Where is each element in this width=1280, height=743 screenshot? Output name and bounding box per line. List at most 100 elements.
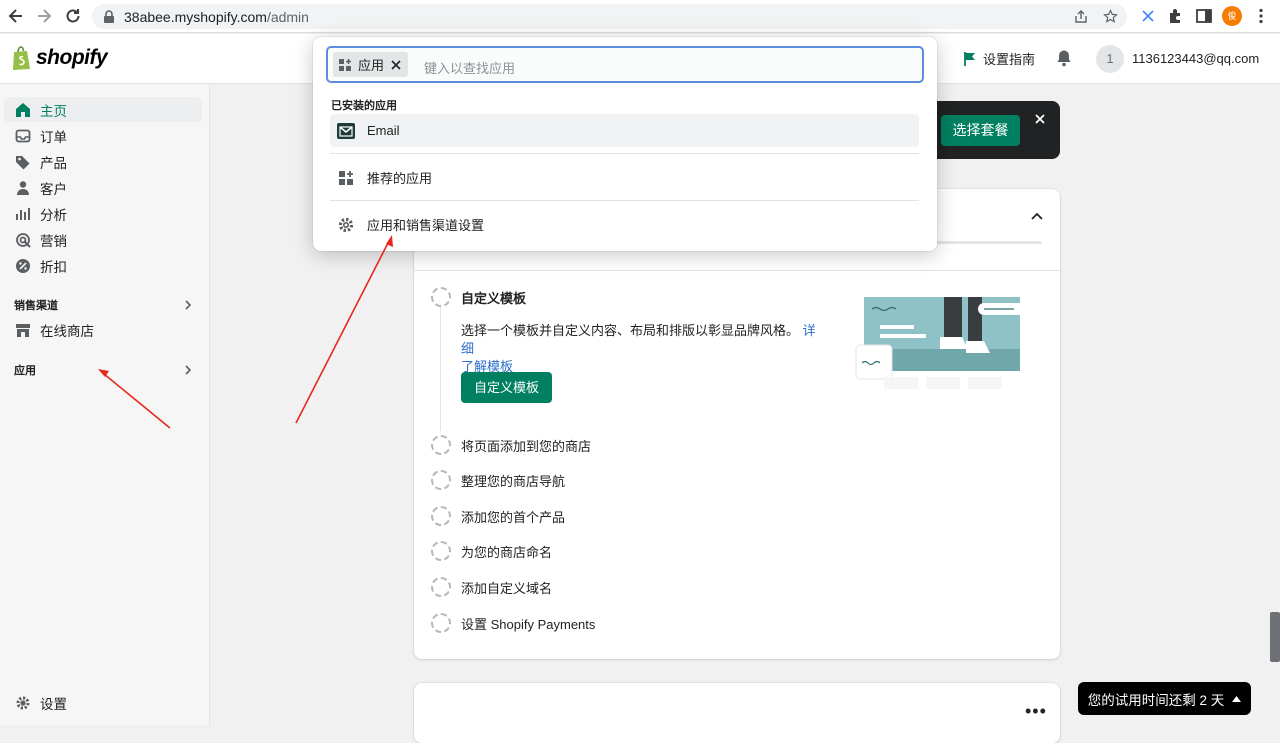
task-label: 添加自定义域名 <box>461 580 553 596</box>
tag-icon <box>16 155 30 169</box>
recommended-apps-link[interactable]: 推荐的应用 <box>330 161 919 194</box>
app-search-input[interactable]: 应用 键入以查找应用 <box>326 46 924 83</box>
store-icon <box>16 323 30 337</box>
setup-guide-card: 自定义模板 选择一个模板并自定义内容、布局和排版以彰显品牌风格。 详细 了解模板… <box>414 189 1060 659</box>
task-connector-line <box>440 306 441 431</box>
sidebar-item-label: 折扣 <box>40 259 67 275</box>
share-icon[interactable] <box>1074 10 1088 24</box>
task-status-circle[interactable] <box>431 506 451 526</box>
search-scope-tag[interactable]: 应用 <box>333 52 409 77</box>
sidebar-item-home[interactable]: 主页 <box>4 97 202 122</box>
close-icon[interactable] <box>1034 113 1046 125</box>
sidebar-item-label: 客户 <box>40 181 67 197</box>
choose-plan-button[interactable]: 选择套餐 <box>941 115 1020 146</box>
sidebar-item-orders[interactable]: 订单 <box>4 123 202 148</box>
task-description: 选择一个模板并自定义内容、布局和排版以彰显品牌风格。 详细 了解模板 <box>461 322 821 376</box>
setup-progress-bar <box>934 241 1042 244</box>
trial-remaining-button[interactable]: 您的试用时间还剩 2 天 <box>1078 682 1251 715</box>
sidebar-item-customers[interactable]: 客户 <box>4 175 202 200</box>
task-status-circle[interactable] <box>431 435 451 455</box>
task-title: 自定义模板 <box>461 290 527 306</box>
task-item[interactable]: 整理您的商店导航 <box>431 470 565 490</box>
email-app-icon <box>337 122 355 139</box>
task-description-text: 选择一个模板并自定义内容、布局和排版以彰显品牌风格。 <box>461 323 800 338</box>
address-bar[interactable]: 38abee.myshopify.com/admin <box>92 4 1127 29</box>
user-avatar[interactable]: 1 <box>1096 45 1124 73</box>
task-item[interactable]: 将页面添加到您的商店 <box>431 435 591 455</box>
chevron-up-icon[interactable] <box>1030 209 1044 223</box>
bar-chart-icon <box>16 207 30 220</box>
task-label: 为您的商店命名 <box>461 544 553 560</box>
inbox-icon <box>15 129 31 142</box>
sidebar-item-label: 分析 <box>40 207 67 223</box>
app-name: Email <box>367 123 400 138</box>
kebab-menu-icon[interactable] <box>1252 7 1270 25</box>
theme-illustration <box>855 297 1026 389</box>
translate-extension-icon[interactable] <box>1139 7 1157 25</box>
setup-guide-button[interactable]: 设置指南 <box>963 49 1035 68</box>
bell-icon[interactable] <box>1055 49 1073 67</box>
sales-channels-section[interactable]: 销售渠道 <box>14 297 194 313</box>
task-status-circle[interactable] <box>431 287 451 307</box>
sidebar-item-label: 设置 <box>40 696 67 712</box>
task-status-circle[interactable] <box>431 541 451 561</box>
trial-text: 您的试用时间还剩 2 天 <box>1087 692 1225 708</box>
task-item[interactable]: 设置 Shopify Payments <box>431 613 595 633</box>
more-actions-icon[interactable]: ••• <box>1025 701 1047 722</box>
gear-icon <box>338 217 354 232</box>
forward-arrow-icon[interactable] <box>34 6 54 26</box>
recommended-apps-label: 推荐的应用 <box>367 171 433 186</box>
task-item[interactable]: 添加您的首个产品 <box>431 506 565 526</box>
target-icon <box>16 232 31 248</box>
divider <box>330 200 919 201</box>
search-placeholder: 键入以查找应用 <box>424 61 516 76</box>
browser-toolbar: 38abee.myshopify.com/admin 俊 <box>0 0 1280 33</box>
sidebar-item-analytics[interactable]: 分析 <box>4 201 202 226</box>
shopify-logo[interactable]: shopify <box>10 45 108 71</box>
task-item[interactable]: 添加自定义域名 <box>431 577 552 597</box>
close-icon[interactable] <box>390 59 402 71</box>
gear-icon <box>16 696 30 709</box>
reload-icon[interactable] <box>63 6 83 26</box>
apps-section[interactable]: 应用 <box>14 362 194 378</box>
divider <box>414 270 1060 271</box>
task-status-circle[interactable] <box>431 613 451 633</box>
task-status-circle[interactable] <box>431 577 451 597</box>
sidebar-item-label: 主页 <box>40 103 67 119</box>
chevron-right-icon[interactable] <box>182 299 194 311</box>
sidebar-item-label: 营销 <box>40 233 67 249</box>
search-tag-label: 应用 <box>358 58 385 73</box>
plan-banner: 选择套餐 <box>930 101 1060 159</box>
secondary-card: ••• <box>414 683 1060 743</box>
task-item[interactable]: 为您的商店命名 <box>431 541 552 561</box>
browser-profile-avatar[interactable]: 俊 <box>1222 6 1242 26</box>
sidebar-item-settings[interactable]: 设置 <box>4 690 202 715</box>
sidebar-item-online-store[interactable]: 在线商店 <box>4 317 202 342</box>
scroll-indicator[interactable] <box>1270 612 1280 662</box>
lock-icon <box>104 10 114 23</box>
installed-app-email[interactable]: Email <box>330 114 919 147</box>
task-label: 将页面添加到您的商店 <box>461 438 592 454</box>
chevron-right-icon[interactable] <box>182 364 194 376</box>
task-label: 设置 Shopify Payments <box>461 616 596 632</box>
sidebar-item-discounts[interactable]: 折扣 <box>4 253 202 278</box>
sidebar-item-label: 产品 <box>40 155 67 171</box>
sidebar: 主页 订单 产品 客户 分析 营销 折扣 销售渠道 在线商店 应用 设置 <box>0 84 210 725</box>
customize-theme-button[interactable]: 自定义模板 <box>461 372 552 403</box>
task-status-circle[interactable] <box>431 470 451 490</box>
sidebar-item-products[interactable]: 产品 <box>4 149 202 174</box>
apps-grid-icon <box>339 58 351 71</box>
task-customize-theme[interactable]: 自定义模板 <box>431 287 526 307</box>
puzzle-extensions-icon[interactable] <box>1167 7 1185 25</box>
sidebar-item-marketing[interactable]: 营销 <box>4 227 202 252</box>
apps-channels-settings-link[interactable]: 应用和销售渠道设置 <box>330 208 919 241</box>
sales-channels-heading: 销售渠道 <box>14 300 58 312</box>
task-label: 添加您的首个产品 <box>461 509 566 525</box>
side-panel-icon[interactable] <box>1195 7 1213 25</box>
star-icon[interactable] <box>1103 9 1118 24</box>
account-email[interactable]: 1136123443@qq.com <box>1132 51 1259 66</box>
back-arrow-icon[interactable] <box>6 6 26 26</box>
apps-grid-icon <box>339 170 353 185</box>
discount-icon <box>16 258 30 273</box>
flag-icon <box>964 51 975 66</box>
